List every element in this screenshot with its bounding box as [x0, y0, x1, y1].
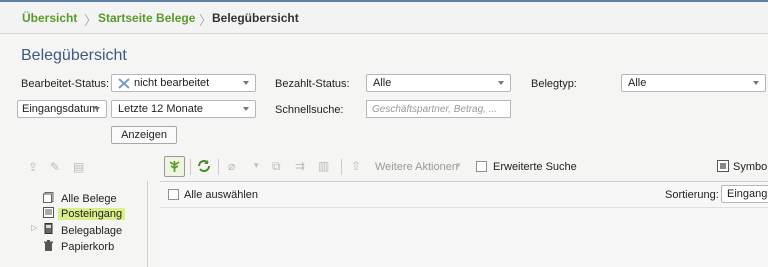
tree-item-alle-belege[interactable]: Alle Belege	[61, 193, 117, 205]
date-range-value: Letzte 12 Monate	[118, 103, 204, 115]
refresh-icon[interactable]	[196, 158, 212, 174]
sort-label: Sortierung:	[665, 189, 719, 201]
schnellsuche-label: Schnellsuche:	[275, 104, 344, 116]
date-field-select[interactable]: Eingangsdatum	[17, 100, 107, 118]
erweiterte-suche-label: Erweiterte Suche	[493, 161, 577, 173]
move-up-icon[interactable]: ⇪	[28, 160, 38, 174]
breadcrumb-separator-icon: 〉	[199, 13, 213, 28]
schnellsuche-placeholder: Geschäftspartner, Betrag, ...	[372, 104, 498, 115]
bezahlt-status-label: Bezahlt-Status:	[275, 78, 350, 90]
weitere-aktionen-button[interactable]: Weitere Aktionen	[375, 161, 458, 173]
tree-item-belegablage[interactable]: Belegablage	[61, 225, 122, 237]
breadcrumb-startseite-belege[interactable]: Startseite Belege	[98, 11, 195, 25]
schnellsuche-input[interactable]: Geschäftspartner, Betrag, ...	[366, 100, 511, 118]
breadcrumb-separator-icon: 〉	[84, 13, 98, 28]
expand-arrow-icon[interactable]: ▷	[31, 223, 37, 232]
documents-icon	[43, 192, 54, 203]
chevron-down-icon[interactable]: ▾	[254, 160, 259, 171]
select-all-checkbox[interactable]	[168, 189, 179, 200]
move-icon[interactable]: ⇉	[295, 159, 305, 173]
bearbeitet-status-label: Bearbeitet-Status:	[21, 78, 110, 90]
chevron-down-icon	[94, 107, 100, 111]
erweiterte-suche-checkbox[interactable]	[476, 161, 487, 172]
breadcrumb-uebersicht[interactable]: Übersicht	[22, 11, 77, 25]
tree-item-posteingang[interactable]: Posteingang	[58, 208, 126, 220]
chevron-down-icon[interactable]: ▾	[456, 160, 461, 171]
belegtyp-value: Alle	[628, 77, 647, 89]
list-header: Alle auswählen Sortierung: Eingangsd	[160, 182, 768, 208]
sort-value: Eingangsd	[727, 188, 768, 200]
bezahlt-status-select[interactable]: Alle	[366, 74, 511, 92]
binder-icon	[44, 223, 53, 234]
anzeigen-button[interactable]: Anzeigen	[111, 126, 177, 144]
date-range-select[interactable]: Letzte 12 Monate	[111, 100, 256, 118]
chevron-down-icon	[243, 81, 249, 85]
bearbeitet-status-value: nicht bearbeitet	[134, 77, 210, 89]
split-icon[interactable]: ⧉	[272, 159, 281, 174]
belegtyp-label: Belegtyp:	[531, 78, 577, 90]
chevron-down-icon	[498, 81, 504, 85]
delete-folder-icon[interactable]: ▤	[73, 160, 84, 174]
breadcrumb: Übersicht 〉 Startseite Belege 〉 Belegübe…	[0, 0, 768, 34]
toolbar-divider	[190, 159, 191, 175]
upload-icon[interactable]: ⇧	[351, 159, 361, 173]
sort-select[interactable]: Eingangsd	[721, 185, 768, 203]
belegtyp-select[interactable]: Alle	[621, 74, 766, 92]
date-field-value: Eingangsdatum	[22, 103, 99, 115]
unprocessed-icon	[118, 78, 130, 89]
bezahlt-status-value: Alle	[373, 77, 392, 89]
trash-icon[interactable]: ▥	[318, 159, 329, 173]
breadcrumb-current: Belegübersicht	[212, 11, 299, 25]
tree-toggle-button[interactable]	[164, 156, 185, 177]
symbolansicht-label[interactable]: Symbola	[733, 161, 768, 173]
toolbar-divider	[341, 159, 342, 175]
bearbeitet-status-select[interactable]: nicht bearbeitet	[111, 74, 256, 92]
select-all-label: Alle auswählen	[184, 189, 258, 201]
toolbar-divider	[218, 159, 219, 175]
inbox-icon	[43, 207, 54, 218]
splitter[interactable]	[144, 181, 148, 267]
document-list: Alle auswählen Sortierung: Eingangsd	[160, 181, 768, 267]
attachment-icon[interactable]: ⌀	[228, 159, 235, 173]
symbol-view-icon[interactable]	[717, 160, 729, 172]
page-title: Belegübersicht	[21, 47, 127, 64]
trash-icon	[44, 240, 53, 251]
tree-icon	[169, 161, 180, 172]
edit-folder-icon[interactable]: ✎	[50, 160, 60, 174]
chevron-down-icon	[753, 81, 759, 85]
chevron-down-icon	[243, 107, 249, 111]
tree-item-papierkorb[interactable]: Papierkorb	[61, 241, 114, 253]
